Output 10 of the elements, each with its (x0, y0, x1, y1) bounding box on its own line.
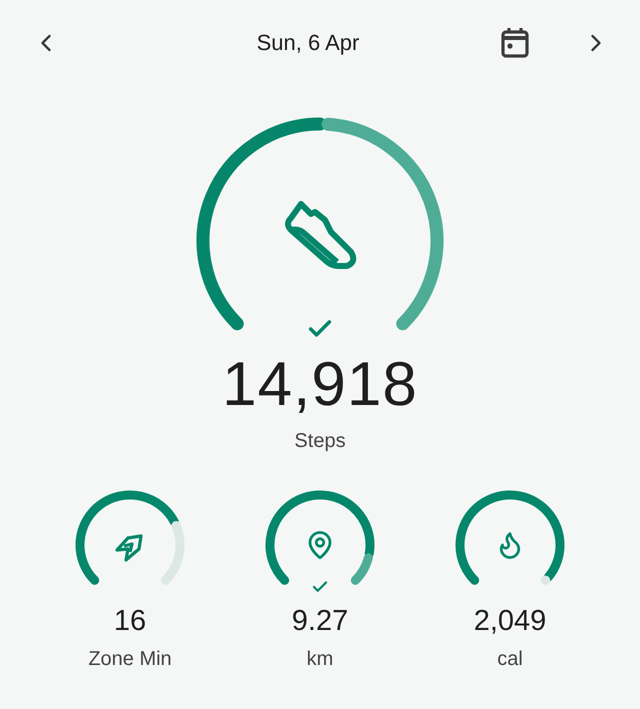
steps-label: Steps (294, 430, 346, 453)
metric-value: 2,049 (474, 605, 546, 638)
metric-label: km (306, 648, 334, 671)
steps-value: 14,918 (222, 349, 418, 420)
metric-value: 16 (114, 605, 146, 638)
metric-label: Zone Min (88, 648, 172, 671)
metric-value: 9.27 (292, 605, 348, 638)
date-title: Sun, 6 Apr (256, 30, 360, 56)
calendar-icon (500, 27, 530, 59)
metric-label: cal (497, 648, 523, 671)
